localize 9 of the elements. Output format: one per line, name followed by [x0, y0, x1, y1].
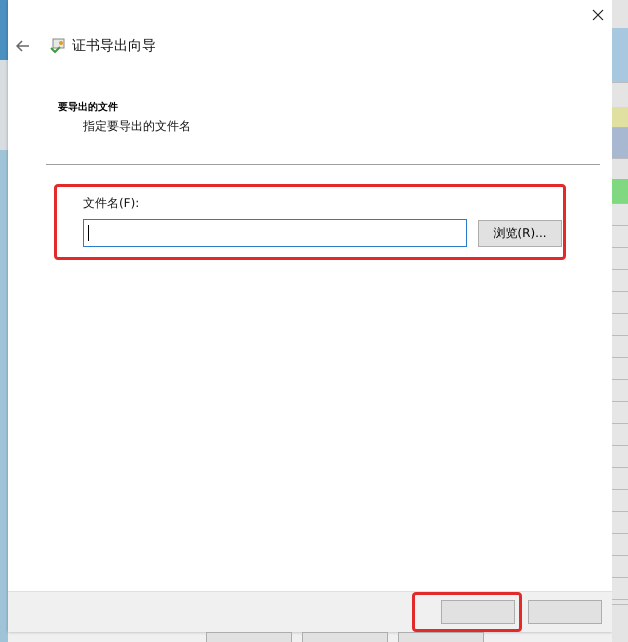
back-arrow-icon[interactable] — [16, 40, 30, 52]
window-title: 证书导出向导 — [72, 37, 156, 55]
field-label: 文件名(F): — [83, 195, 140, 212]
page-heading: 要导出的文件 — [58, 100, 119, 114]
input-field[interactable] — [83, 219, 467, 247]
certificate-icon — [50, 38, 66, 54]
page-description: 指定要导出的文件名 — [83, 118, 192, 135]
close-icon[interactable] — [592, 9, 604, 21]
browse-button[interactable]: 浏览(R)... — [478, 220, 562, 246]
